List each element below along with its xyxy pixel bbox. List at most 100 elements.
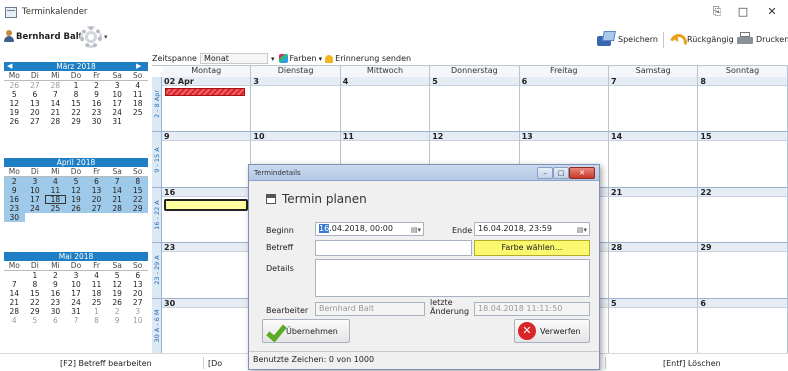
prev-month-icon[interactable]: ◀ [7,62,12,71]
minical-day[interactable]: 19 [65,195,87,204]
minical-day[interactable]: 15 [127,186,148,195]
calendar-day-cell[interactable]: 29 [698,243,788,298]
minical-day[interactable]: 15 [66,99,87,108]
send-reminder-button[interactable]: Erinnerung senden [335,54,411,63]
appointment-block[interactable] [165,88,245,96]
calendar-day-cell[interactable]: 16 [162,187,252,243]
calendar-day-cell[interactable]: 5 [430,77,520,132]
minical-day[interactable]: 1 [86,307,107,316]
minical-day[interactable]: 28 [45,81,66,90]
minical-day[interactable]: 18 [45,195,66,204]
calendar-day-cell[interactable]: 8 [698,77,788,132]
minical-day[interactable]: 25 [127,108,148,117]
minical-day[interactable]: 6 [25,90,46,99]
minical-day[interactable]: 3 [107,81,128,90]
calendar-day-cell[interactable]: 3 [251,77,341,132]
minical-day[interactable]: 25 [45,204,66,213]
minical-day[interactable]: 22 [127,195,148,204]
minical-day[interactable]: 15 [25,289,46,298]
minical-day[interactable]: 28 [4,307,25,316]
minical-day[interactable]: 4 [127,81,148,90]
calendar-day-cell[interactable]: 9 [162,132,252,187]
week-range-strip[interactable]: 2 - 8 Apr [152,77,162,132]
minical-day[interactable]: 17 [107,99,128,108]
minical-day[interactable]: 4 [86,271,107,280]
calendar-day-cell[interactable]: 5 [609,298,699,353]
minical-day[interactable]: 7 [4,280,25,289]
minical-day[interactable]: 10 [24,186,46,195]
minical-day[interactable]: 9 [4,186,25,195]
subject-input[interactable] [315,240,472,256]
next-month-icon[interactable]: ▶ [136,62,141,71]
minical-day[interactable]: 23 [86,108,107,117]
minical-day[interactable]: 24 [24,204,46,213]
minical-day[interactable]: 16 [86,99,107,108]
minical-day[interactable]: 29 [25,307,46,316]
minical-day[interactable]: 5 [65,177,87,186]
minical-day[interactable]: 28 [106,204,128,213]
minical-day[interactable]: 8 [86,316,107,325]
minical-day[interactable]: 27 [127,298,148,307]
minical-day[interactable]: 20 [86,195,107,204]
minical-day[interactable]: 7 [66,316,87,325]
minical-day[interactable]: 2 [4,177,25,186]
calendar-day-cell[interactable]: 28 [609,243,699,298]
minical-day[interactable]: 22 [66,108,87,117]
minical-day[interactable]: 1 [66,81,87,90]
gear-icon[interactable] [80,26,102,48]
minical-day[interactable]: 21 [45,108,66,117]
minical-day[interactable]: 9 [86,90,107,99]
minical-day[interactable]: 13 [86,186,107,195]
end-datetime-field[interactable]: 16.04.2018, 23:59 ▤▾ [474,222,590,236]
close-icon[interactable]: ✕ [569,167,595,179]
calendar-day-cell[interactable]: 23 [162,243,252,298]
minical-day[interactable]: 19 [4,108,25,117]
minical-day[interactable]: 9 [107,316,128,325]
minical-day[interactable]: 6 [127,271,148,280]
minical-day[interactable]: 21 [106,195,128,204]
print-button[interactable]: Drucken [737,28,788,50]
minical-day[interactable]: 7 [45,90,66,99]
minical-day[interactable]: 23 [45,298,66,307]
minical-day[interactable]: 8 [127,177,148,186]
minical-day[interactable]: 9 [45,280,66,289]
calendar-day-cell[interactable]: 02 Apr [162,77,252,132]
minical-day[interactable]: 6 [86,177,107,186]
new-appointment-block[interactable] [164,198,248,211]
minical-day[interactable]: 11 [86,280,107,289]
minical-day[interactable]: 26 [4,81,25,90]
minical-day[interactable]: 3 [127,307,148,316]
calendar-day-cell[interactable]: 6 [519,77,609,132]
calendar-day-cell[interactable]: 15 [698,132,788,187]
calendar-day-cell[interactable]: 30 [162,298,252,353]
close-icon[interactable]: ✕ [762,4,782,20]
begin-datetime-field[interactable]: 16.04.2018, 00:00 ▤▾ [315,222,424,236]
minical-day[interactable]: 26 [107,298,128,307]
week-range-strip[interactable]: 30 A - 6 M [152,298,162,353]
minical-day[interactable]: 8 [25,280,46,289]
maximize-icon[interactable]: □ [553,167,569,179]
minical-day[interactable]: 11 [127,90,148,99]
minical-day[interactable]: 30 [45,307,66,316]
minical-day[interactable]: 19 [107,289,128,298]
choose-color-button[interactable]: Farbe wählen... [474,240,590,256]
minical-day[interactable]: 6 [45,316,66,325]
discard-button[interactable]: ✕ Verwerfen [514,319,590,343]
week-range-strip[interactable]: 9 - 15 A [152,132,162,187]
calendar-day-cell[interactable]: 7 [609,77,699,132]
minical-day[interactable]: 5 [25,316,46,325]
calendar-day-cell[interactable]: 22 [698,187,788,243]
minical-day[interactable]: 13 [127,280,148,289]
colors-dropdown-icon[interactable]: ▾ [319,55,323,63]
minical-day[interactable]: 31 [107,117,128,126]
calendar-day-cell[interactable]: 4 [340,77,431,132]
minical-day[interactable]: 27 [86,204,107,213]
minical-day[interactable]: 18 [127,99,148,108]
calendar-day-cell[interactable]: 14 [609,132,699,187]
minical-day[interactable]: 2 [45,271,66,280]
minical-day[interactable]: 26 [65,204,87,213]
minical-day[interactable]: 10 [107,90,128,99]
minical-day[interactable]: 26 [4,117,25,126]
minical-day[interactable]: 13 [25,99,46,108]
minical-day[interactable]: 21 [4,298,25,307]
